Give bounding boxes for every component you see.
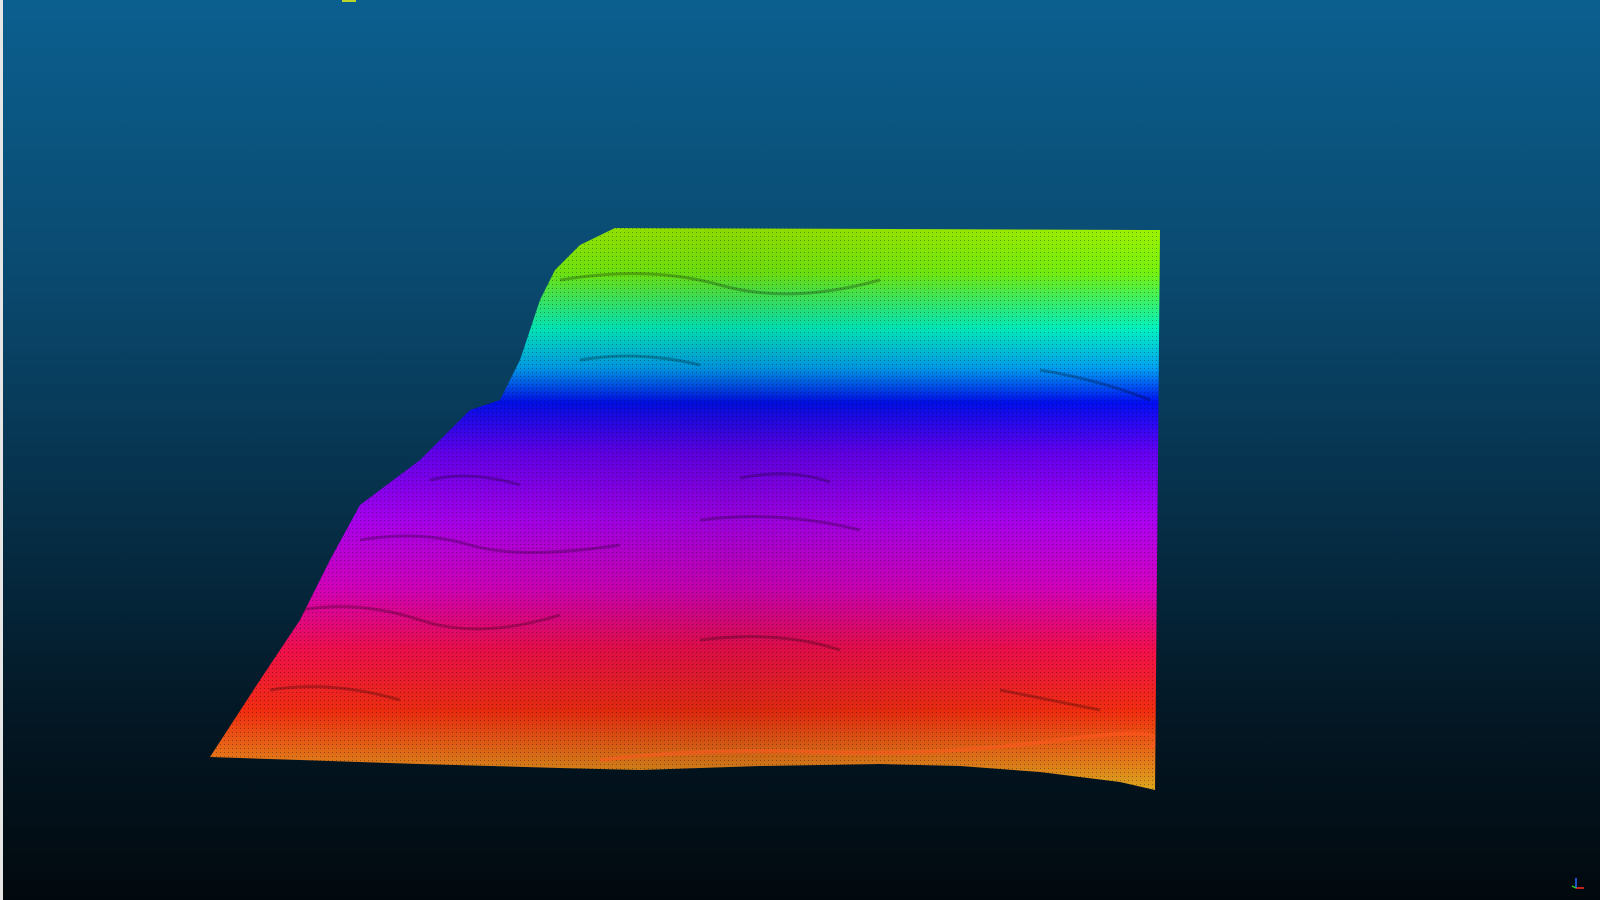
axis-triad-icon	[1571, 878, 1584, 889]
surface-group	[210, 228, 1160, 790]
point-cloud-surface[interactable]	[0, 0, 1600, 900]
point-mesh-texture	[210, 228, 1160, 790]
3d-viewport[interactable]	[0, 0, 1600, 900]
